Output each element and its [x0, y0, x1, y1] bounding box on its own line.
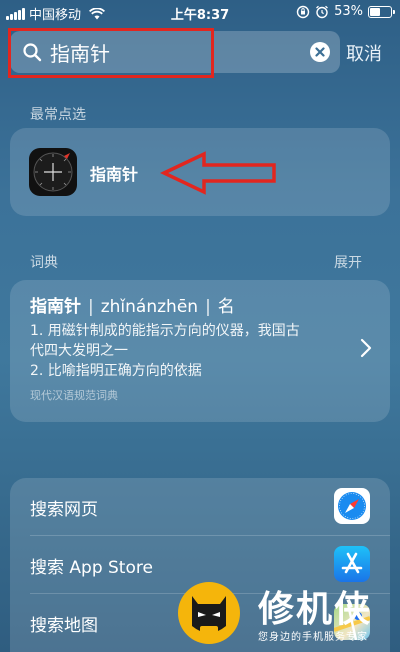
- battery-percent: 53%: [334, 4, 363, 19]
- search-web-label: 搜索网页: [30, 500, 98, 520]
- chevron-right-icon: [360, 338, 372, 358]
- dictionary-source: 现代汉语规范词典: [30, 389, 118, 402]
- expand-button[interactable]: 展开: [334, 252, 362, 272]
- battery-fill: [370, 7, 380, 16]
- dictionary-definition-line: 代四大发明之一: [30, 343, 128, 359]
- separator: |: [205, 297, 211, 317]
- separator: |: [88, 297, 94, 317]
- dictionary-headline: 指南针 | zhǐnánzhēn | 名: [30, 292, 235, 317]
- close-icon: [315, 47, 325, 57]
- dictionary-pinyin: zhǐnánzhēn: [100, 297, 199, 317]
- dictionary-card[interactable]: 指南针 | zhǐnánzhēn | 名 1. 用磁针制成的能指示方向的仪器，我国古 代…: [10, 280, 390, 422]
- cancel-button[interactable]: 取消: [346, 40, 382, 66]
- search-input[interactable]: [50, 40, 280, 64]
- top-hits-section-label: 最常点选: [30, 107, 86, 123]
- status-bar: 中国移动 上午8:37 53%: [0, 0, 400, 24]
- orientation-lock-icon: [296, 5, 310, 18]
- search-field[interactable]: [10, 31, 340, 73]
- compass-dial: [33, 152, 73, 192]
- dictionary-definition-line: 2. 比喻指明正确方向的依据: [30, 363, 202, 379]
- alarm-icon: [316, 5, 329, 18]
- dictionary-part-of-speech: 名: [217, 297, 235, 317]
- search-maps-label: 搜索地图: [30, 616, 98, 636]
- search-app-store-label: 搜索 App Store: [30, 558, 153, 578]
- dictionary-section-label: 词典: [30, 255, 58, 271]
- watermark-logo: [178, 582, 240, 644]
- compass-app-icon[interactable]: [29, 148, 77, 196]
- safari-icon: [334, 488, 370, 524]
- app-name[interactable]: 指南针: [90, 161, 138, 185]
- dictionary-word: 指南针: [30, 297, 81, 317]
- watermark-subtitle: 您身边的手机服务专家: [258, 632, 368, 643]
- watermark: 修机侠 您身边的手机服务专家: [178, 578, 400, 652]
- annotation-arrow: [160, 151, 276, 195]
- status-right: 53%: [296, 4, 395, 19]
- dictionary-definition-line: 1. 用磁针制成的能指示方向的仪器，我国古: [30, 323, 300, 339]
- search-web-item[interactable]: 搜索网页: [10, 478, 390, 536]
- clear-search-button[interactable]: [310, 42, 330, 62]
- search-icon: [23, 43, 42, 62]
- app-store-icon: [334, 546, 370, 582]
- watermark-title: 修机侠: [258, 589, 373, 630]
- search-row: 取消: [8, 28, 392, 78]
- battery-icon: [368, 5, 395, 18]
